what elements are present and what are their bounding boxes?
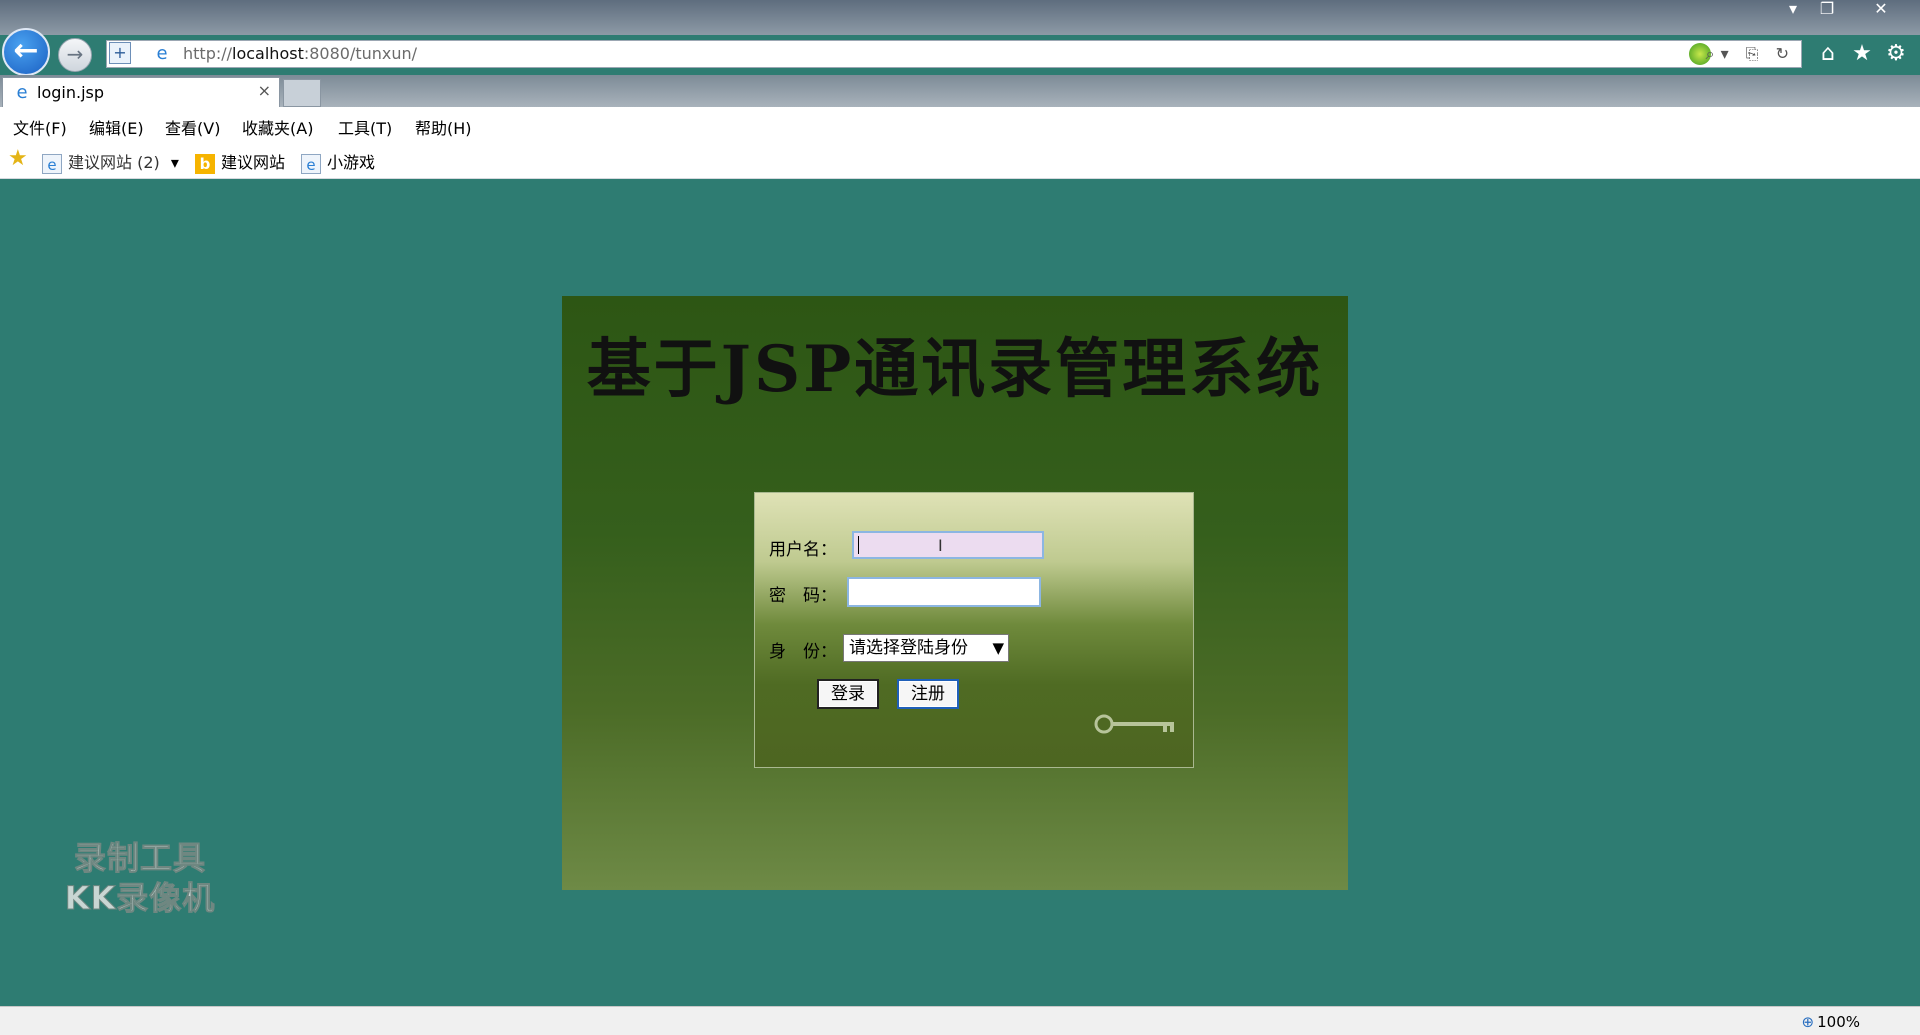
chevron-down-icon: ▼ [992,639,1004,657]
back-button[interactable]: ← [2,28,50,76]
fav-suggested-sites-dropdown[interactable]: e 建议网站 (2) ▾ [42,149,179,174]
page-title: 基于JSP通讯录管理系统 [586,332,1324,407]
menu-bar: 文件(F) 编辑(E) 查看(V) 收藏夹(A) 工具(T) 帮助(H) [0,107,1920,141]
tab-title: login.jsp [37,83,104,102]
login-panel: 基于JSP通讯录管理系统 用户名： I 密 码： 身 份： 请选择登陆身份 ▼ … [562,296,1348,890]
favorites-add-icon[interactable]: ★ [8,148,28,170]
window-title-bar: ▾ ❐ ✕ [0,0,1920,35]
fav-label: 建议网站 (2) [68,153,160,172]
role-label: 身 份： [769,642,837,662]
url-text[interactable]: http://localhost:8080/tunxun/ [183,41,417,67]
arrow-left-icon: ← [13,33,39,68]
bing-icon: b [195,153,215,174]
menu-tools[interactable]: 工具(T) [338,115,392,139]
text-caret [858,536,859,554]
zoom-control[interactable]: ⊕ 100% [1802,1013,1860,1031]
fav-suggested-sites[interactable]: b 建议网站 [195,149,285,174]
page-content: 基于JSP通讯录管理系统 用户名： I 密 码： 身 份： 请选择登陆身份 ▼ … [0,180,1920,1006]
register-button[interactable]: 注册 [897,679,959,709]
favorites-bar: ★ e 建议网站 (2) ▾ b 建议网站 e 小游戏 [0,141,1920,179]
login-button[interactable]: 登录 [817,679,879,709]
recorder-watermark: 录制工具 KK录像机 [40,838,240,918]
tab-close-icon[interactable]: × [258,81,271,100]
role-selected-value: 请选择登陆身份 [849,638,968,658]
ie-icon: e [156,43,168,64]
zoom-level: 100% [1817,1013,1860,1031]
close-window-button[interactable]: ✕ [1866,0,1896,18]
favorites-star-icon[interactable]: ★ [1848,40,1876,68]
menu-favorites[interactable]: 收藏夹(A) [242,115,313,139]
new-tab-button[interactable] [283,79,321,107]
url-path: :8080/tunxun/ [303,44,418,63]
username-input[interactable]: I [852,531,1044,559]
restore-button[interactable]: ❐ [1812,0,1842,18]
key-icon [1094,714,1174,734]
tab-strip: e login.jsp × [0,75,1920,107]
text-cursor-icon: I [938,536,943,555]
url-prefix: http:// [183,44,233,63]
menu-view[interactable]: 查看(V) [165,115,220,139]
forward-button[interactable]: → [58,38,92,72]
fav-label: 建议网站 [221,153,286,172]
chevron-down-icon[interactable]: ▾ [171,153,179,172]
ie-icon: e [301,153,321,174]
password-input[interactable] [847,577,1041,607]
fav-mini-games[interactable]: e 小游戏 [301,149,375,174]
status-bar: ⊕ 100% [0,1006,1920,1035]
menu-help[interactable]: 帮助(H) [415,115,472,139]
fav-label: 小游戏 [327,153,376,172]
compatibility-view-icon[interactable]: + [109,42,131,64]
menu-edit[interactable]: 编辑(E) [89,115,144,139]
tab-login-jsp[interactable]: e login.jsp × [2,77,280,107]
role-select[interactable]: 请选择登陆身份 ▼ [843,634,1009,662]
username-label: 用户名： [769,540,837,560]
home-icon[interactable]: ⌂ [1814,40,1842,68]
ie-icon: e [42,153,62,174]
address-tools[interactable]: ⌕▾ ⎘ ↻ [1706,41,1795,67]
watermark-line-2: KK录像机 [64,879,216,918]
url-host: localhost [232,44,304,63]
address-bar[interactable]: + e http://localhost:8080/tunxun/ ⌕▾ ⎘ ↻ [106,40,1802,68]
zoom-icon: ⊕ [1801,1013,1815,1031]
password-label: 密 码： [769,586,837,606]
gear-icon[interactable]: ⚙ [1882,40,1910,68]
arrow-right-icon: → [66,42,84,66]
ie-icon: e [16,82,28,103]
watermark-line-1: 录制工具 [73,839,206,878]
login-form: 用户名： I 密 码： 身 份： 请选择登陆身份 ▼ 登录 注册 [754,492,1194,768]
minimize-button[interactable]: ▾ [1778,0,1808,18]
menu-file[interactable]: 文件(F) [13,115,67,139]
